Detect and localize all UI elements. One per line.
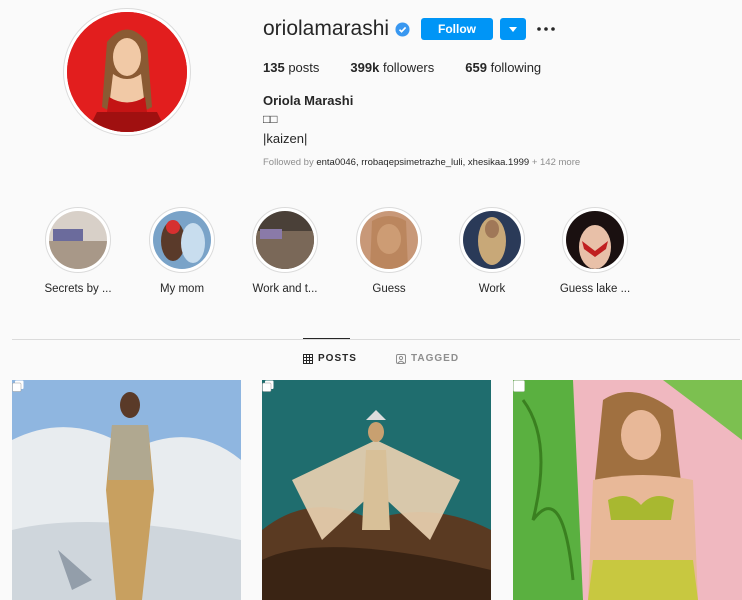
tabs-divider	[12, 339, 740, 340]
avatar-image	[67, 12, 187, 132]
bio-line-1: □□	[263, 112, 278, 126]
profile-stats: 135 posts 399k followers 659 following	[263, 60, 572, 75]
highlight-cover	[49, 211, 107, 269]
highlight-cover	[463, 211, 521, 269]
post-thumbnail[interactable]	[12, 380, 241, 600]
profile-avatar[interactable]	[63, 8, 191, 136]
highlight-cover	[153, 211, 211, 269]
chevron-down-icon	[509, 26, 517, 32]
carousel-icon	[513, 380, 525, 392]
following-count[interactable]: 659 following	[465, 60, 541, 75]
post-image	[262, 380, 491, 600]
post-thumbnail[interactable]	[513, 380, 742, 600]
tab-posts[interactable]: POSTS	[303, 353, 357, 364]
more-horizontal-icon	[537, 27, 555, 31]
post-image	[513, 380, 742, 600]
highlight-work-and-t[interactable]: Work and t...	[240, 207, 330, 295]
username-row: oriolamarashi	[263, 17, 410, 41]
highlight-work[interactable]: Work	[447, 207, 537, 295]
highlight-secrets[interactable]: Secrets by ...	[33, 207, 123, 295]
carousel-icon	[262, 380, 274, 392]
followed-by[interactable]: Followed by enta0046, rrobaqepsimetrazhe…	[263, 157, 580, 168]
tab-tagged[interactable]: TAGGED	[396, 353, 459, 364]
followed-by-names[interactable]: enta0046, rrobaqepsimetrazhe_luli, xhesi…	[316, 157, 529, 168]
full-name: Oriola Marashi	[263, 93, 354, 108]
username: oriolamarashi	[263, 17, 390, 40]
tagged-user-icon	[396, 353, 406, 364]
verified-badge-icon	[395, 21, 410, 37]
post-thumbnail[interactable]	[262, 380, 491, 600]
follow-button[interactable]: Follow	[421, 18, 493, 40]
followers-count[interactable]: 399k followers	[350, 60, 434, 75]
highlight-cover	[360, 211, 418, 269]
bio-line-2: |kaizen|	[263, 131, 308, 146]
active-tab-indicator	[303, 338, 350, 339]
highlight-guess[interactable]: Guess	[344, 207, 434, 295]
highlight-guess-lake[interactable]: Guess lake ...	[550, 207, 640, 295]
highlight-cover	[566, 211, 624, 269]
posts-count: 135 posts	[263, 60, 320, 75]
post-image	[12, 380, 241, 600]
highlight-my-mom[interactable]: My mom	[137, 207, 227, 295]
suggested-dropdown-button[interactable]	[500, 18, 526, 40]
more-options-button[interactable]	[535, 18, 557, 40]
grid-icon	[303, 353, 313, 364]
carousel-icon	[12, 380, 24, 392]
highlight-cover	[256, 211, 314, 269]
